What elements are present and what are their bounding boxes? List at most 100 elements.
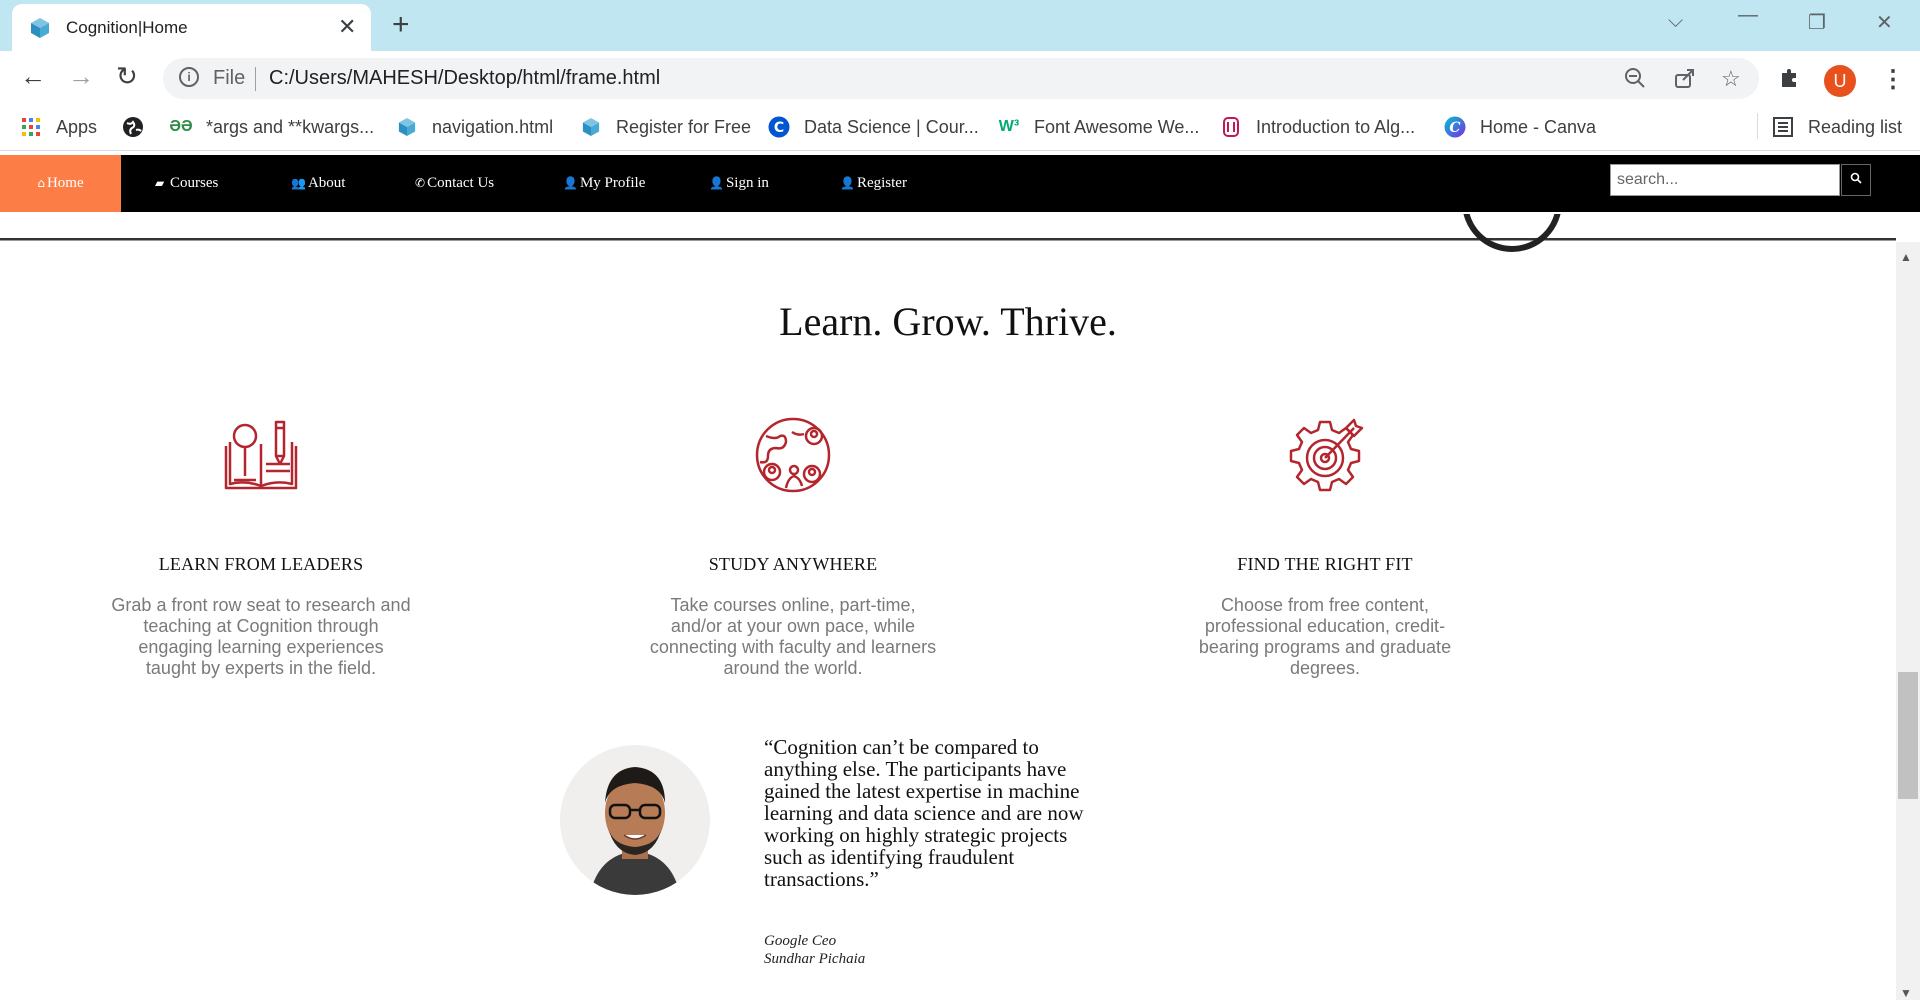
bookmark-args-kwargs[interactable]: ƏƏ *args and **kwargs... <box>169 115 375 139</box>
nav-label: Register <box>856 175 907 191</box>
browser-tabstrip: Cognition|Home ✕ + ⌵ — ❐ ✕ <box>0 0 1920 51</box>
reading-list-button[interactable]: Reading list <box>1772 115 1902 139</box>
testimonial-quote: “Cognition can’t be compared to anything… <box>764 735 1084 891</box>
address-separator <box>255 67 256 91</box>
minimize-icon[interactable]: — <box>1738 4 1758 27</box>
page-headline: Learn. Grow. Thrive. <box>779 299 1117 344</box>
nav-sign-in[interactable]: 👤 Sign in <box>709 155 769 212</box>
nav-register[interactable]: 👤 Register <box>840 155 907 212</box>
bookmark-intro-algorithms[interactable]: Introduction to Alg... <box>1220 115 1415 139</box>
site-search-input[interactable] <box>1610 164 1840 196</box>
extensions-puzzle-icon[interactable] <box>1778 65 1802 95</box>
testimonial-role: Google Ceo <box>764 933 837 949</box>
bookmark-data-science[interactable]: C Data Science | Cour... <box>768 115 979 139</box>
nav-label: Courses <box>169 175 219 191</box>
partial-circle-decoration <box>1462 214 1562 254</box>
bookmark-label: Introduction to Alg... <box>1256 116 1416 137</box>
apps-grid-icon <box>20 116 42 138</box>
bookmarks-divider <box>1757 113 1758 139</box>
section-divider <box>0 238 1896 241</box>
address-bar[interactable]: i File C:/Users/MAHESH/Desktop/html/fram… <box>163 58 1759 99</box>
cube-icon <box>30 17 50 44</box>
nav-courses[interactable]: ▰ Courses <box>155 155 218 212</box>
feature-learn-from-leaders: LEARN FROM LEADERS Grab a front row seat… <box>101 414 421 679</box>
nav-home[interactable]: ⌂ Home <box>0 155 121 212</box>
browser-toolbar: ← → ↻ i File C:/Users/MAHESH/Desktop/htm… <box>0 51 1920 105</box>
w3schools-icon: W³ <box>998 118 1020 135</box>
feature-title: LEARN FROM LEADERS <box>158 554 364 574</box>
scrollbar-thumb[interactable] <box>1898 672 1918 799</box>
users-icon: 👥 <box>291 176 306 190</box>
feature-text: Take courses online, part-time, and/or a… <box>649 595 937 678</box>
bookmark-label: Home - Canva <box>1480 116 1597 137</box>
back-arrow-icon[interactable]: ← <box>20 63 46 89</box>
feature-title: STUDY ANYWHERE <box>708 554 878 574</box>
browser-tab[interactable]: Cognition|Home ✕ <box>12 4 371 51</box>
bookmark-font-awesome[interactable]: W³ Font Awesome We... <box>998 115 1200 139</box>
bookmark-label: Font Awesome We... <box>1034 116 1200 137</box>
user-icon: 👤 <box>563 176 578 190</box>
nav-label: About <box>307 175 346 191</box>
nav-my-profile[interactable]: 👤 My Profile <box>563 155 645 212</box>
bookmarks-bar: Apps ƏƏ *args and **kwargs... navigation… <box>0 105 1920 151</box>
new-tab-button[interactable]: + <box>392 8 410 42</box>
feature-study-anywhere: STUDY ANYWHERE Take courses online, part… <box>633 414 953 679</box>
coursera-icon: C <box>768 116 790 138</box>
share-icon[interactable] <box>1673 66 1697 96</box>
site-navbar: ⌂ Home ▰ Courses 👥 About ✆ Contact Us 👤 My P… <box>0 155 1920 212</box>
bookmark-navigation[interactable]: navigation.html <box>396 115 553 139</box>
bookmark-globe[interactable] <box>122 115 158 139</box>
profile-avatar[interactable]: U <box>1824 65 1856 97</box>
nav-contact[interactable]: ✆ Contact Us <box>415 155 494 212</box>
scroll-down-arrow-icon[interactable]: ▼ <box>1900 986 1912 1000</box>
svg-text:C: C <box>774 120 784 136</box>
reading-list-label: Reading list <box>1808 116 1903 137</box>
address-scheme: File <box>213 67 246 89</box>
feature-text: Grab a front row seat to research and te… <box>111 595 411 678</box>
nav-label: My Profile <box>579 175 646 191</box>
home-icon: ⌂ <box>37 176 45 190</box>
bookmark-label: Data Science | Cour... <box>804 116 979 137</box>
globe-people-icon <box>755 417 831 493</box>
search-icon <box>1850 172 1862 184</box>
bookmark-apps[interactable]: Apps <box>20 115 97 139</box>
menu-kebab-icon[interactable]: ⋮ <box>1881 65 1905 94</box>
bookmark-label: Apps <box>56 116 98 137</box>
nav-label: Contact Us <box>427 175 495 191</box>
forward-arrow-icon[interactable]: → <box>68 63 94 89</box>
info-icon[interactable]: i <box>179 67 199 87</box>
page-scrollbar[interactable] <box>1896 242 1920 1000</box>
restore-icon[interactable]: ❐ <box>1808 10 1826 35</box>
cube-icon <box>580 116 602 138</box>
bookmark-label: *args and **kwargs... <box>206 116 375 137</box>
search-button[interactable] <box>1841 164 1871 196</box>
nav-about[interactable]: 👥 About <box>291 155 345 212</box>
user-icon: 👤 <box>840 176 855 190</box>
bookmark-label: navigation.html <box>432 116 554 137</box>
tab-search-chevron-icon[interactable]: ⌵ <box>1668 10 1683 33</box>
feature-find-right-fit: FIND THE RIGHT FIT Choose from free cont… <box>1165 414 1485 679</box>
bookmark-canva[interactable]: C Home - Canva <box>1444 115 1596 139</box>
close-icon[interactable]: ✕ <box>338 14 356 40</box>
star-icon[interactable]: ☆ <box>1721 66 1741 92</box>
reload-icon[interactable]: ↻ <box>116 63 138 89</box>
scroll-up-arrow-icon[interactable]: ▲ <box>1900 250 1912 264</box>
mit-icon <box>1220 116 1242 138</box>
window-close-icon[interactable]: ✕ <box>1876 10 1893 35</box>
user-plus-icon: 👤 <box>709 176 724 190</box>
globe-icon <box>122 116 144 138</box>
nav-label: Home <box>46 175 84 191</box>
zoom-out-icon[interactable] <box>1623 66 1647 96</box>
bookmark-label: Register for Free <box>616 116 752 137</box>
testimonial-name: Sundhar Pichaia <box>764 951 866 967</box>
address-url[interactable]: C:/Users/MAHESH/Desktop/html/frame.html <box>269 67 660 90</box>
reading-list-icon <box>1772 116 1794 138</box>
book-icon: ▰ <box>155 176 165 190</box>
testimonial-avatar <box>560 745 710 895</box>
tab-title: Cognition|Home <box>66 18 188 37</box>
canva-icon: C <box>1444 116 1466 138</box>
bookmark-register[interactable]: Register for Free <box>580 115 751 139</box>
svg-text:C: C <box>1449 120 1460 136</box>
gear-target-icon <box>1289 418 1364 492</box>
book-research-icon <box>224 420 298 490</box>
